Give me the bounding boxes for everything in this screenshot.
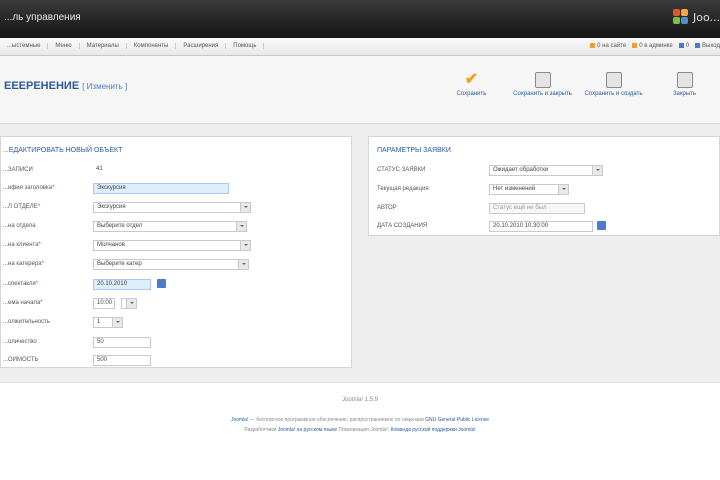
license-text: — бесплатное программное обеспечение, ра… <box>248 417 426 423</box>
save-button[interactable]: ✔ Сохранить <box>436 71 507 98</box>
save-new-icon <box>605 72 622 88</box>
field-label: ...оличество <box>3 339 37 345</box>
quantity-input[interactable]: 50 <box>93 336 151 348</box>
status-select[interactable]: Ожидает обработки <box>489 164 603 176</box>
menu-item-components[interactable]: Компоненты <box>127 43 177 49</box>
field-label: ...олжительность <box>3 319 51 325</box>
save-new-button[interactable]: Сохранить и создать <box>578 72 649 97</box>
toolbar-area: ЕЕЕРЕНЕНИЕ [ Изменить ] ✔ Сохранить Сохр… <box>0 56 720 124</box>
title-input[interactable]: Экскурсия <box>93 182 229 194</box>
menu-item-content[interactable]: Материалы <box>80 43 127 49</box>
close-icon <box>676 72 693 88</box>
field-label: ...ифия заголовка* <box>3 185 55 191</box>
save-new-label: Сохранить и создать <box>584 91 643 97</box>
users-online-admin: 0 в админке <box>632 43 673 49</box>
dept-name-select[interactable]: Выберите отдел <box>93 220 247 232</box>
content-area: ...ЕДАКТИРОВАТЬ НОВЫЙ ОБЪЕКТ ...ЗАПИСИ 4… <box>0 124 720 382</box>
chevron-down-icon <box>240 240 250 250</box>
logout-icon <box>695 43 701 48</box>
save-close-button[interactable]: Сохранить и закрыть <box>507 72 578 97</box>
save-close-label: Сохранить и закрыть <box>513 91 572 97</box>
mail-icon <box>678 43 684 48</box>
menu-item-menu[interactable]: Меню <box>48 43 80 49</box>
date-input[interactable]: 20.10.2010 <box>93 278 151 290</box>
calendar-icon[interactable] <box>157 279 166 288</box>
field-label: СТАТУС ЗАЯВКИ <box>377 167 426 173</box>
author-field: Статус ещё не был <box>489 202 585 214</box>
logo-word: Joo... <box>692 10 720 24</box>
field-label: ...на отдела <box>3 223 36 229</box>
chevron-down-icon <box>238 259 248 269</box>
field-label: ...на катерера* <box>3 261 44 267</box>
chevron-down-icon <box>112 317 122 327</box>
users-icon <box>590 43 596 48</box>
close-button[interactable]: Закрыть <box>649 72 720 97</box>
save-label: Сохранить <box>456 91 487 97</box>
chevron-down-icon <box>236 221 246 231</box>
calendar-icon[interactable] <box>597 221 606 230</box>
save-check-icon: ✔ <box>464 71 479 88</box>
edit-legend: ...ЕДАКТИРОВАТЬ НОВЫЙ ОБЪЕКТ <box>3 147 123 154</box>
field-label: ...ЗАПИСИ <box>3 167 33 173</box>
field-label: ...спектакля* <box>3 281 39 287</box>
field-label: ...ема начала* <box>3 300 43 306</box>
joomla-mark-icon <box>672 9 689 25</box>
field-label: ...Л ОТДЕЛЕ* <box>3 204 41 210</box>
client-select[interactable]: Молчанов <box>93 239 251 251</box>
logout-link[interactable]: Выход <box>695 43 720 49</box>
joomla-logo: Joo... <box>672 9 720 25</box>
close-label: Закрыть <box>672 91 697 97</box>
save-close-icon <box>534 72 551 88</box>
chevron-down-icon <box>592 165 602 175</box>
field-label: Текущая редакция <box>377 186 429 192</box>
version-text: Joomla! 1.5.9 <box>341 397 379 403</box>
menu-item-extensions[interactable]: Расширения <box>176 43 227 49</box>
cost-input[interactable]: 500 <box>93 354 151 366</box>
params-legend: ПАРАМЕТРЫ ЗАЯВКИ <box>377 147 451 154</box>
page-title: ЕЕЕРЕНЕНИЕ [ Изменить ] <box>4 80 127 92</box>
messages-count[interactable]: 0 <box>678 43 689 49</box>
menu-bar: ...ыстемные Меню Материалы Компоненты Ра… <box>0 38 720 56</box>
duration-select[interactable]: 1 <box>93 316 123 328</box>
status-area: 0 на сайте 0 в админке 0 Выход <box>590 43 720 49</box>
support-team-link[interactable]: Команда русской поддержки Joomla! <box>391 427 476 433</box>
field-label: ДАТА СОЗДАНИЯ <box>377 223 428 229</box>
chevron-down-icon <box>558 184 568 194</box>
russian-joomla-link[interactable]: Joomla! на русском языке <box>278 427 337 433</box>
field-label: ...ОИМОСТЬ <box>3 357 39 363</box>
toolbar-buttons: ✔ Сохранить Сохранить и закрыть Сохранит… <box>436 71 720 98</box>
admin-icon <box>632 43 638 48</box>
start-time-spinner[interactable] <box>121 297 137 309</box>
revision-spinner[interactable]: Нет изменений <box>489 183 569 195</box>
created-date-input[interactable]: 20.10.2010 10:30:00 <box>489 220 593 232</box>
license-line: Joomla! — бесплатное программное обеспеч… <box>0 417 720 423</box>
license-link[interactable]: GNU General Public License <box>425 417 489 423</box>
footer: Joomla! 1.5.9 Joomla! — бесплатное прогр… <box>0 382 720 480</box>
joomla-link[interactable]: Joomla! <box>231 417 249 423</box>
main-menu: ...ыстемные Меню Материалы Компоненты Ра… <box>0 43 265 49</box>
app-title: ...ль управления <box>4 12 81 23</box>
users-online-site: 0 на сайте <box>590 43 626 49</box>
field-label: ...на клиента* <box>3 242 41 248</box>
menu-item-system[interactable]: ...ыстемные <box>0 43 49 49</box>
menu-item-help[interactable]: Помощь <box>226 43 265 49</box>
page-subtitle: [ Изменить ] <box>82 82 128 91</box>
credits-prefix: Разработчики <box>244 427 278 433</box>
department-select[interactable]: Экскурсия <box>93 201 251 213</box>
credits-line: Разработчики Joomla! на русском языке Ло… <box>0 427 720 433</box>
start-time-input[interactable]: 10:00 <box>93 297 115 309</box>
field-label: АВТОР <box>377 205 397 211</box>
chevron-down-icon <box>126 298 136 308</box>
credits-mid: Локализация Joomla!: <box>337 427 391 433</box>
top-bar: ...ль управления Joo... <box>0 0 720 38</box>
chevron-down-icon <box>240 202 250 212</box>
params-fieldset: ПАРАМЕТРЫ ЗАЯВКИ СТАТУС ЗАЯВКИ Ожидает о… <box>368 136 720 236</box>
record-id-value: 41 <box>96 165 103 172</box>
page-title-text: ЕЕЕРЕНЕНИЕ <box>4 80 80 92</box>
boat-select[interactable]: Выберите катер <box>93 258 249 270</box>
edit-fieldset: ...ЕДАКТИРОВАТЬ НОВЫЙ ОБЪЕКТ ...ЗАПИСИ 4… <box>0 136 352 368</box>
